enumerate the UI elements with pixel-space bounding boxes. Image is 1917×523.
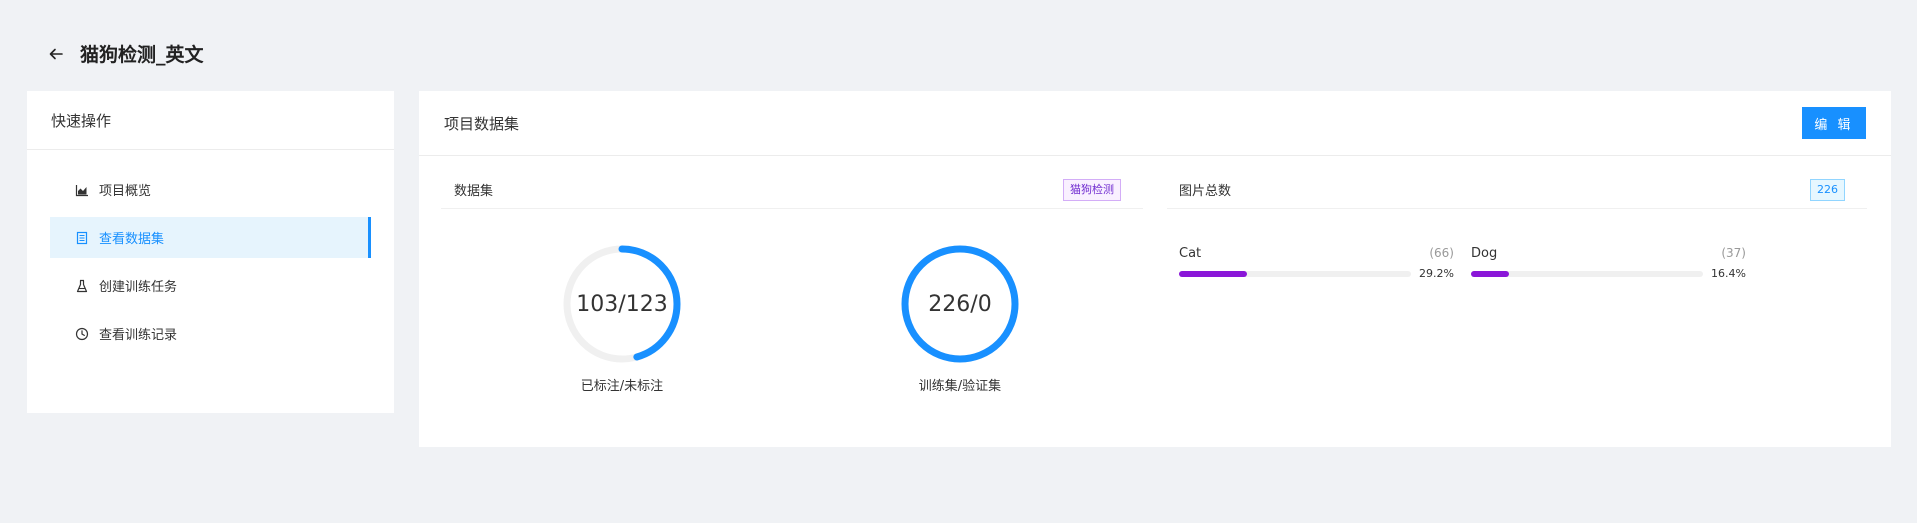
images-panel-head: 图片总数 226: [1167, 179, 1867, 209]
annotated-ring: 103/123: [562, 244, 682, 364]
progress-track: [1471, 270, 1704, 277]
progress-fill: [1471, 270, 1510, 277]
menu-item-label: 项目概览: [99, 184, 152, 199]
quick-actions-title: 快速操作: [27, 91, 394, 150]
quick-actions-card: 快速操作 项目概览 查看数据集 创建训练任务 查看训练记录: [27, 91, 394, 413]
page: 猫狗检测_英文 快速操作 项目概览 查看数据集 创建训练任务 查看训练记录 项目…: [0, 0, 1917, 523]
menu-item-training-records[interactable]: 查看训练记录: [50, 313, 371, 354]
edit-button[interactable]: 编 辑: [1802, 107, 1866, 139]
split-ring-label: 训练集/验证集: [918, 379, 1002, 394]
progress-track: [1179, 270, 1412, 277]
menu-item-view-dataset[interactable]: 查看数据集: [50, 217, 371, 258]
images-panel-title: 图片总数: [1179, 184, 1232, 199]
images-panel: 图片总数 226: [1167, 179, 1867, 209]
category-dog: Dog (37) 16.4%: [1471, 246, 1746, 280]
category-name: Cat: [1179, 246, 1202, 261]
project-dataset-card: 项目数据集 编 辑 数据集 猫狗检测 103/123 已标注/未标注 226/0: [419, 91, 1891, 447]
project-dataset-title: 项目数据集: [444, 114, 520, 133]
arrow-left-icon[interactable]: [48, 46, 64, 62]
category-name: Dog: [1471, 246, 1498, 261]
flask-icon: [75, 279, 89, 293]
menu-item-overview[interactable]: 项目概览: [50, 169, 371, 210]
dataset-panel-head: 数据集 猫狗检测: [441, 179, 1143, 209]
category-percent: 29.2%: [1419, 267, 1454, 280]
area-chart-icon: [75, 183, 89, 197]
dataset-panel-title: 数据集: [454, 184, 494, 199]
dataset-tag: 猫狗检测: [1063, 179, 1121, 201]
list-icon: [75, 231, 89, 245]
category-cat: Cat (66) 29.2%: [1179, 246, 1454, 280]
dataset-panel: 数据集 猫狗检测: [441, 179, 1143, 209]
images-total-badge: 226: [1810, 179, 1845, 201]
project-dataset-header: 项目数据集 编 辑: [419, 91, 1891, 156]
menu-item-label: 创建训练任务: [99, 280, 178, 295]
split-ring-value: 226/0: [928, 291, 992, 317]
menu-item-label: 查看训练记录: [99, 328, 178, 343]
menu-item-label: 查看数据集: [99, 232, 165, 247]
page-header: 猫狗检测_英文: [48, 40, 204, 67]
progress-fill: [1179, 270, 1247, 277]
clock-icon: [75, 327, 89, 341]
annotated-ring-label: 已标注/未标注: [580, 379, 664, 394]
category-count: (37): [1721, 246, 1746, 260]
page-title: 猫狗检测_英文: [80, 44, 204, 66]
split-ring: 226/0: [900, 244, 1020, 364]
annotated-ring-value: 103/123: [576, 291, 668, 317]
category-count: (66): [1429, 246, 1454, 260]
quick-actions-menu: 项目概览 查看数据集 创建训练任务 查看训练记录: [27, 150, 394, 354]
menu-item-create-training[interactable]: 创建训练任务: [50, 265, 371, 306]
category-percent: 16.4%: [1711, 267, 1746, 280]
